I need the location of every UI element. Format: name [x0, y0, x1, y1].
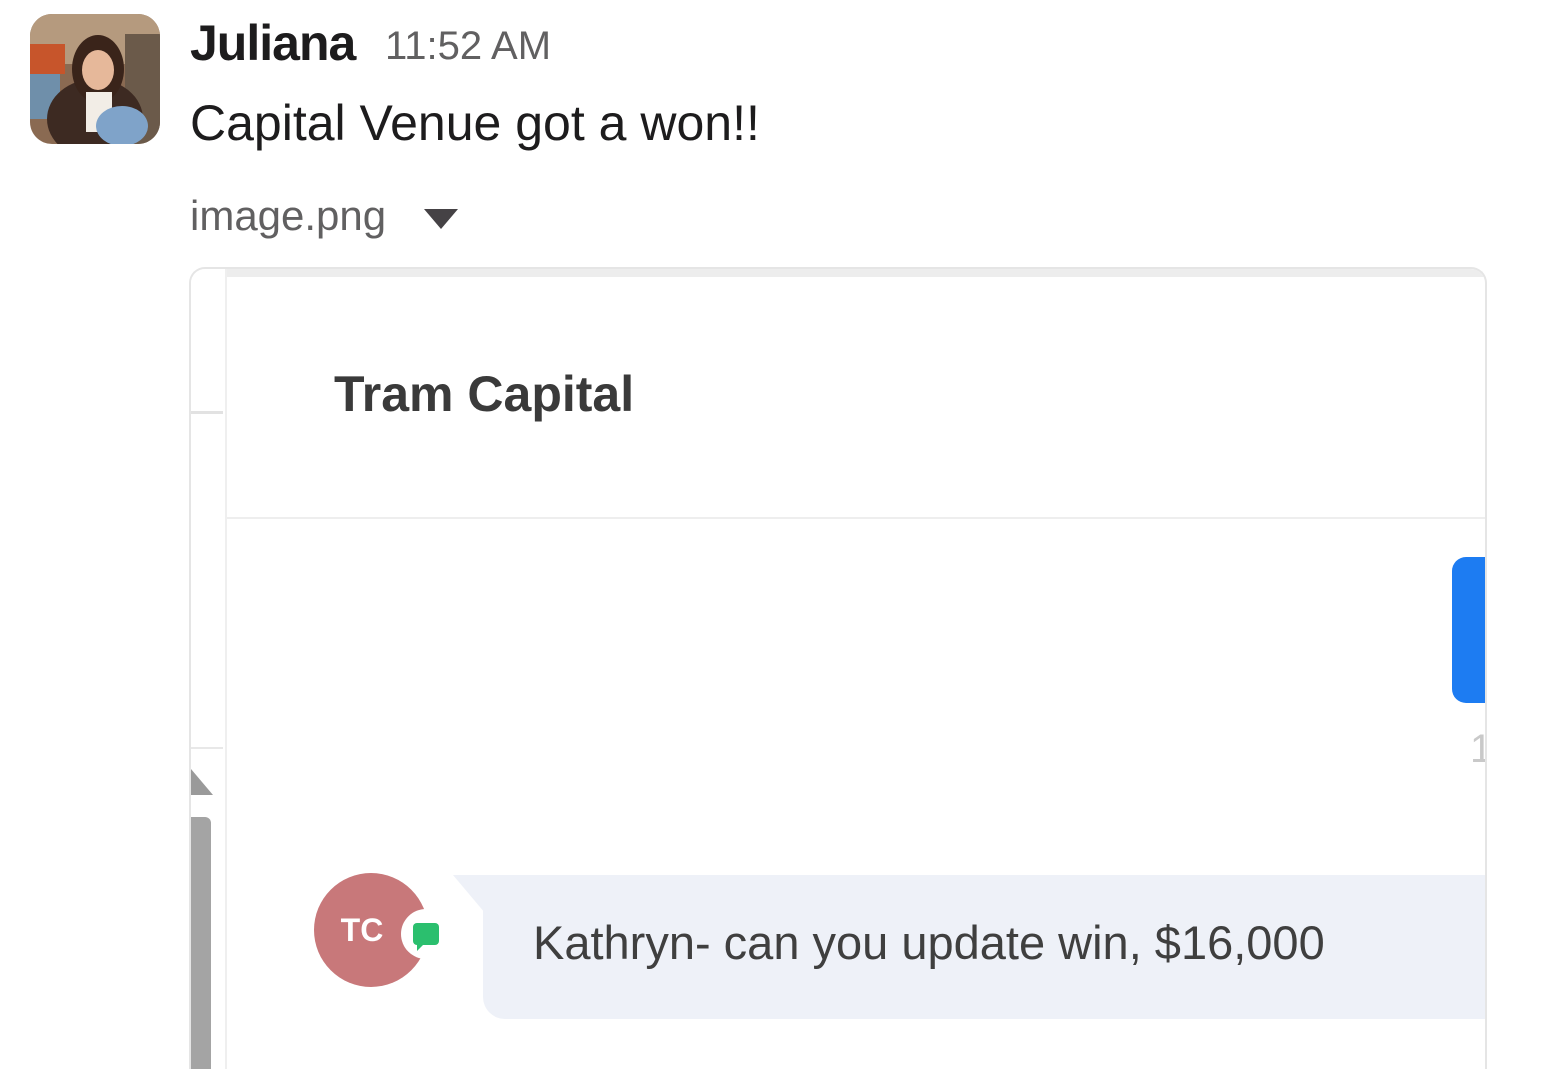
- incoming-message-bubble: Kathryn- can you update win, $16,000: [483, 875, 1485, 1019]
- user-avatar-photo: [30, 14, 160, 144]
- sender-name[interactable]: Juliana: [190, 14, 356, 72]
- incoming-message-text: Kathryn- can you update win, $16,000: [533, 916, 1325, 969]
- header-divider: [227, 517, 1485, 519]
- user-avatar[interactable]: [30, 14, 160, 144]
- message-timestamp[interactable]: 11:52 AM: [385, 24, 551, 69]
- screenshot-left-sidebar: [191, 269, 227, 1069]
- sidebar-scrollbar: [191, 817, 211, 1069]
- sidebar-divider: [191, 747, 223, 749]
- caret-down-icon[interactable]: [424, 209, 459, 229]
- contact-initials: TC: [340, 911, 384, 948]
- sidebar-marker: [191, 769, 213, 795]
- attachment-top-edge: [191, 269, 1485, 277]
- message-text: Capital Venue got a won!!: [190, 95, 760, 151]
- attachment-file-name[interactable]: image.png: [190, 192, 386, 240]
- chat-icon: [413, 923, 439, 951]
- conversation-title: Tram Capital: [334, 366, 635, 422]
- sidebar-divider: [191, 411, 223, 414]
- clipped-label: 1: [1470, 727, 1485, 772]
- channel-badge: [401, 909, 451, 959]
- image-attachment[interactable]: Tram Capital 1 TC Kathryn- can you updat…: [189, 267, 1487, 1069]
- attachment-header: image.png: [190, 192, 459, 240]
- outgoing-message-bubble: [1452, 557, 1485, 703]
- bubble-tail: [453, 875, 485, 913]
